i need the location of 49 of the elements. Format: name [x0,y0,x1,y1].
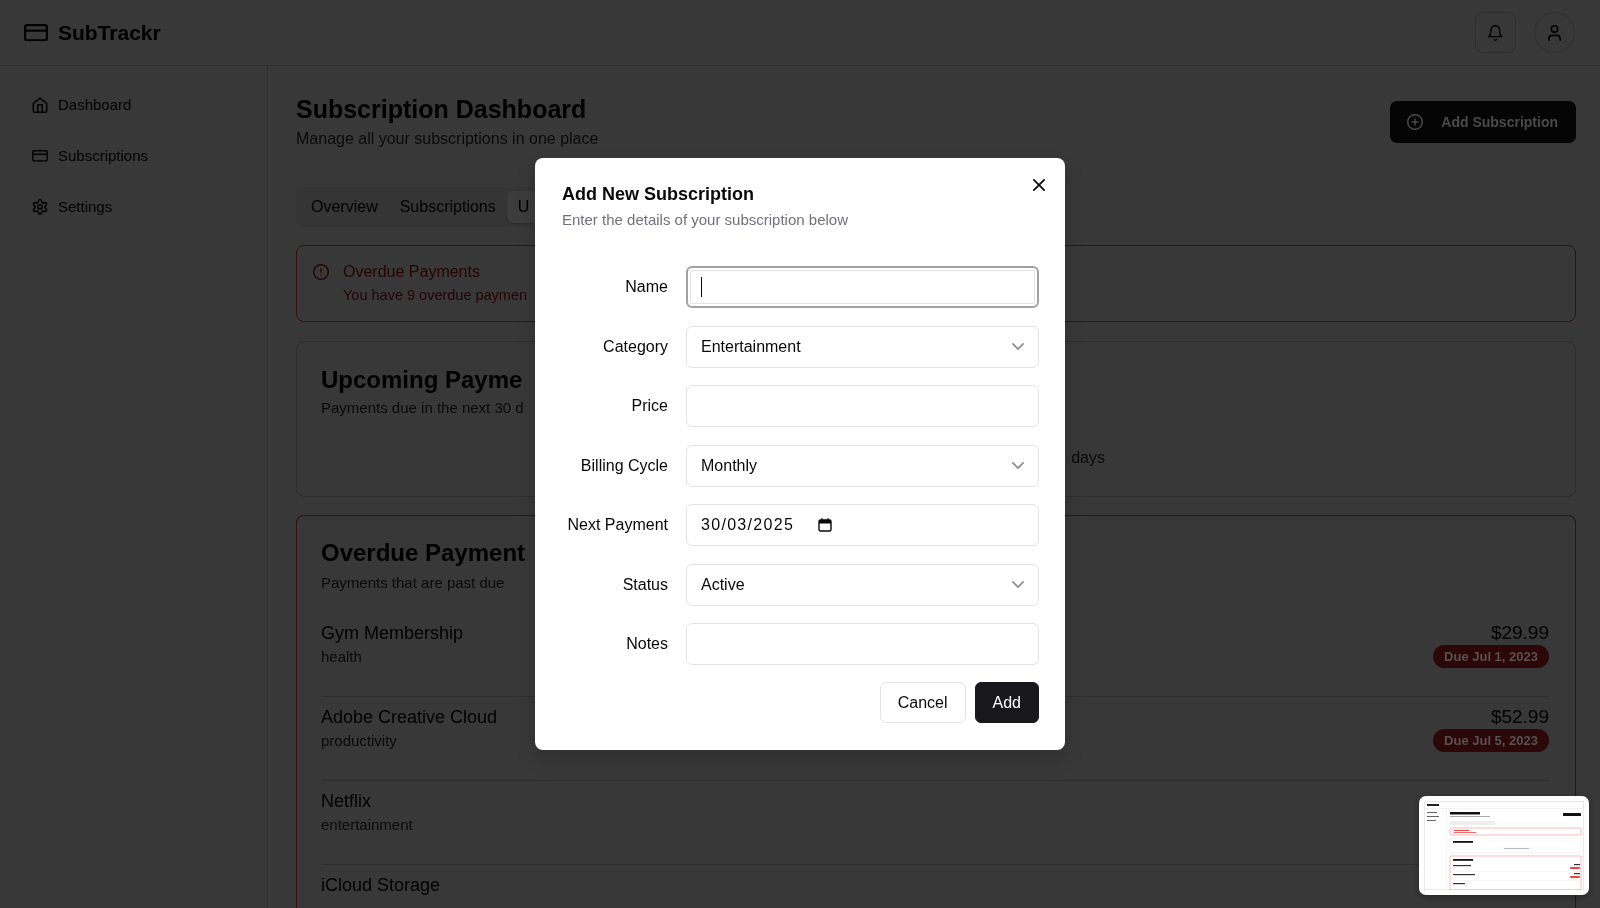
profile-button[interactable] [1534,12,1575,53]
field-label: Status [622,574,668,595]
chevron-down-icon [1012,343,1024,350]
chevron-down-icon [1012,581,1024,588]
due-date-badge: Due Jul 5, 2023 [1433,729,1549,752]
field-label: Category [603,336,668,357]
plus-circle-icon [1407,114,1424,130]
sidebar-item[interactable]: Dashboard [20,85,247,125]
dialog-title: Add New Subscription [562,183,754,206]
app-name: SubTrackr [58,19,161,46]
subscription-name: Gym Membership [321,622,464,645]
date-input[interactable]: 30/03/2025 [686,504,1039,546]
close-button[interactable] [1033,179,1045,191]
calendar-icon [818,518,833,532]
field-label: Price [631,396,668,416]
settings-icon [32,199,48,215]
notifications-button[interactable] [1475,12,1516,53]
price-text: $29.99 [1490,621,1549,645]
select-dropdown[interactable]: Monthly [686,444,1039,487]
page-title: Subscription Dashboard [296,94,587,125]
subscription-name: Netflix [321,790,371,813]
sidebar-item[interactable]: Subscriptions [20,136,247,176]
price-text: $52.99 [1490,705,1549,729]
bell-icon [1488,24,1503,41]
sidebar-item[interactable]: Settings [20,187,247,227]
cancel-button[interactable]: Cancel [879,682,966,723]
chevron-down-icon [1012,462,1024,469]
due-date-badge: Due Jul 1, 2023 [1433,645,1549,668]
subscription-name: iCloud Storage [321,874,441,897]
dialog-description: Enter the details of your subscription below [562,210,848,230]
close-icon [1033,179,1045,191]
select-dropdown[interactable]: Entertainment [686,325,1039,368]
card-title: Overdue Payment [321,539,526,567]
subscription-name: Adobe Creative Cloud [321,706,498,729]
exclamation-circle-icon [313,264,329,280]
add-button[interactable]: Add [974,682,1039,723]
field-label: Billing Cycle [580,455,668,476]
credit-card-icon [24,23,48,42]
user-icon [1548,24,1561,41]
add-subscription-button[interactable]: Add Subscription [1390,101,1576,143]
select-dropdown[interactable]: Active [686,563,1039,606]
field-label: Notes [626,634,668,654]
text-input[interactable] [686,266,1039,308]
home-icon [32,97,48,113]
field-label: Name [625,277,668,297]
text-cursor-icon [701,277,702,297]
card-title: Upcoming Payme [321,366,523,394]
field-label: Next Payment [567,515,668,535]
credit-card-icon [32,150,48,162]
